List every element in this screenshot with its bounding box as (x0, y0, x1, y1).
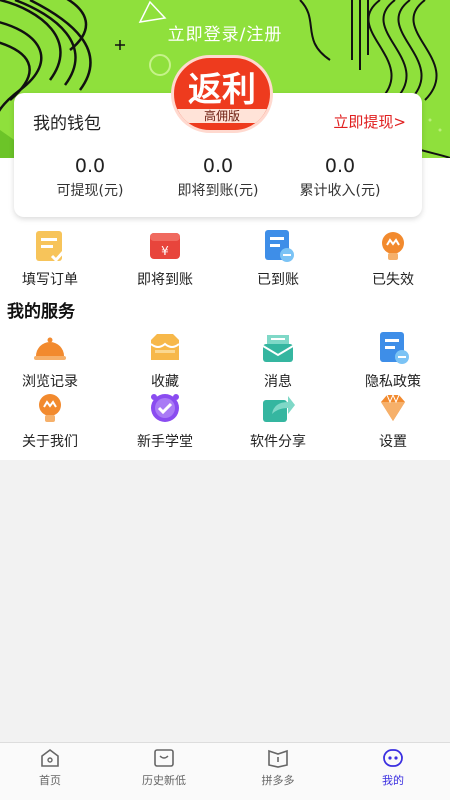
withdraw-button[interactable]: 立即提现> (333, 111, 406, 132)
order-expired-button[interactable]: 已失效 (337, 228, 449, 289)
nav-history-low[interactable]: 历史新低 (108, 748, 220, 788)
service-settings-label: 设置 (379, 434, 407, 450)
arrived-icon (265, 230, 294, 262)
service-share-button[interactable]: 软件分享 (222, 390, 334, 451)
pending-label: 即将到账(元) (177, 183, 259, 199)
pinduoduo-icon (268, 749, 288, 768)
total-income-value: 0.0 (324, 155, 356, 177)
service-tutorial-button[interactable]: 新手学堂 (109, 390, 221, 451)
home-icon (41, 749, 59, 767)
expired-icon (382, 232, 404, 260)
nav-home-label: 首页 (39, 774, 61, 787)
service-settings-button[interactable]: 设置 (337, 390, 449, 451)
nav-pinduoduo-label: 拼多多 (261, 774, 295, 787)
nav-pinduoduo[interactable]: 拼多多 (222, 748, 334, 788)
service-tutorial-label: 新手学堂 (137, 434, 193, 450)
profile-page: 立即登录/注册 返利 高佣版 我的钱包 立即提现> 0.0 可提现(元) 0.0… (0, 0, 450, 800)
total-income-stat[interactable]: 0.0 累计收入(元) (272, 155, 408, 200)
nav-profile[interactable]: 我的 (337, 748, 449, 788)
order-fill-label: 填写订单 (22, 272, 78, 288)
order-arrived-label: 已到账 (257, 272, 299, 288)
total-income-label: 累计收入(元) (299, 183, 381, 199)
nav-history-low-label: 历史新低 (142, 774, 186, 787)
logo-text: 返利 (188, 70, 256, 110)
withdrawable-stat[interactable]: 0.0 可提现(元) (22, 155, 158, 200)
nav-profile-label: 我的 (382, 774, 404, 787)
share-icon (263, 396, 295, 422)
nav-home[interactable]: 首页 (0, 748, 106, 788)
wallet-title: 我的钱包 (33, 114, 101, 134)
order-arrived-button[interactable]: 已到账 (222, 228, 334, 289)
about-us-icon (39, 394, 61, 422)
withdrawable-value: 0.0 (74, 155, 106, 177)
service-history-button[interactable]: 浏览记录 (0, 330, 106, 391)
privacy-policy-icon (380, 332, 409, 364)
service-about-button[interactable]: 关于我们 (0, 390, 106, 451)
service-message-label: 消息 (264, 374, 292, 390)
settings-icon (381, 393, 405, 421)
history-icon (34, 337, 66, 360)
service-favorites-label: 收藏 (151, 374, 179, 390)
order-fill-button[interactable]: 填写订单 (0, 228, 106, 289)
service-share-label: 软件分享 (250, 434, 306, 450)
login-register-link[interactable]: 立即登录/注册 (0, 20, 450, 45)
services-title: 我的服务 (7, 302, 75, 322)
service-privacy-label: 隐私政策 (365, 374, 421, 390)
favorites-icon (150, 334, 180, 360)
fill-order-icon (36, 231, 66, 263)
message-icon (262, 335, 294, 362)
tutorial-icon (151, 394, 179, 422)
pending-stat[interactable]: 0.0 即将到账(元) (150, 155, 286, 200)
bottom-navigation: 首页 历史新低 拼多多 我的 (0, 742, 450, 800)
svg-text:¥: ¥ (161, 244, 169, 258)
pending-value: 0.0 (202, 155, 234, 177)
logo-subtext: 高佣版 (174, 109, 270, 123)
service-privacy-button[interactable]: 隐私政策 (337, 330, 449, 391)
service-favorites-button[interactable]: 收藏 (109, 330, 221, 391)
pending-arrival-icon: ¥ (150, 233, 180, 259)
order-pending-label: 即将到账 (137, 272, 193, 288)
order-pending-button[interactable]: ¥ 即将到账 (109, 228, 221, 289)
history-low-icon (154, 749, 174, 767)
service-history-label: 浏览记录 (22, 374, 78, 390)
service-about-label: 关于我们 (22, 434, 78, 450)
app-logo: 返利 高佣版 (171, 55, 273, 133)
profile-icon (383, 749, 403, 767)
withdrawable-label: 可提现(元) (56, 183, 124, 199)
service-message-button[interactable]: 消息 (222, 330, 334, 391)
order-expired-label: 已失效 (372, 272, 414, 288)
